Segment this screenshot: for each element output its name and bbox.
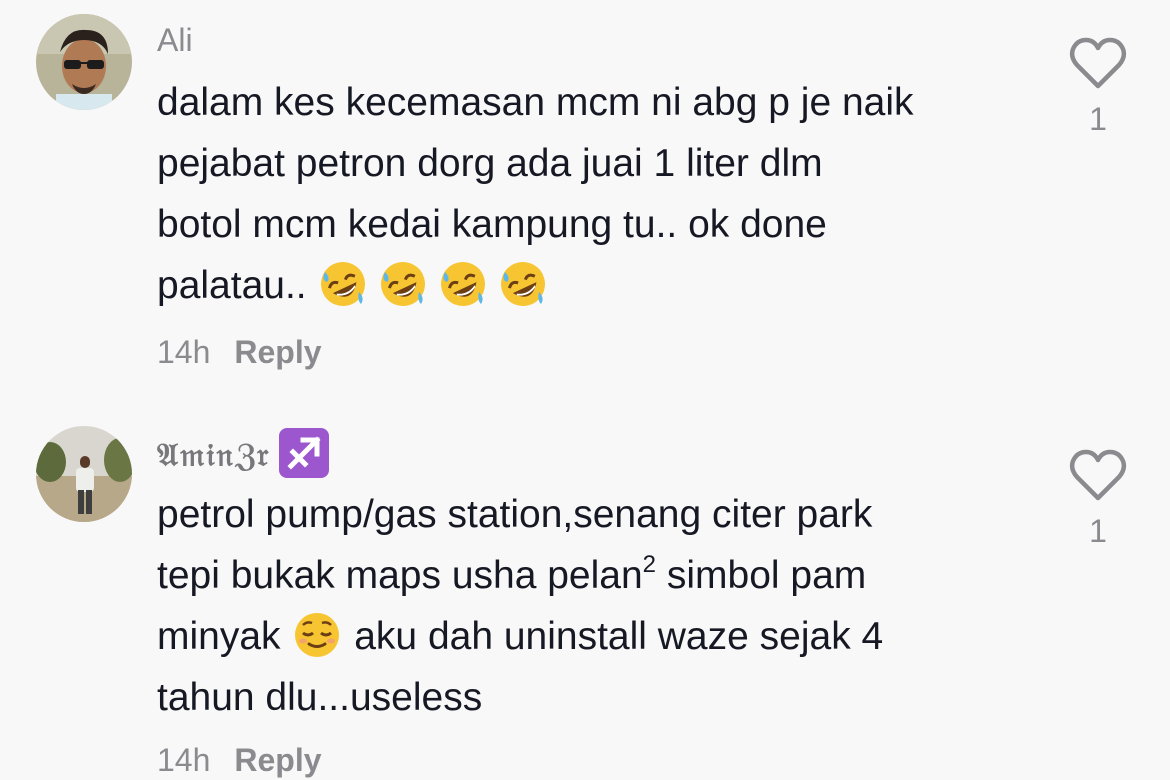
- comment-username[interactable]: Ali: [157, 18, 193, 62]
- avatar[interactable]: [36, 426, 132, 522]
- comment-text-line: pejabat petron dorg ada juai 1 liter dlm: [157, 142, 823, 185]
- comment-timestamp: 14h: [157, 742, 211, 778]
- like-count: 1: [1089, 101, 1107, 137]
- like-count: 1: [1089, 513, 1107, 549]
- rolling-on-floor-laughing-emoji-icon: [317, 258, 369, 310]
- comment-text-line: dalam kes kecemasan mcm ni abg p je naik: [157, 81, 914, 124]
- sagittarius-icon: [278, 428, 329, 478]
- comment-text-line: minyak aku dah uninstall waze sejak 4: [157, 606, 1037, 667]
- text-fragment: simbol pam: [656, 554, 867, 597]
- comment-username: 𝔄𝔪𝔦𝔫ℨ𝔯: [157, 428, 329, 482]
- comment-timestamp: 14h: [157, 334, 211, 370]
- text-fragment: minyak: [157, 615, 281, 658]
- rolling-on-floor-laughing-emoji-icon: [497, 258, 549, 310]
- heart-icon[interactable]: [1068, 448, 1128, 507]
- comment-text-line: tahun dlu...useless: [157, 676, 483, 719]
- relieved-face-emoji-icon: [291, 609, 343, 661]
- comment-text-line: petrol pump/gas station,senang citer par…: [157, 493, 873, 536]
- comment-meta: 14h Reply: [157, 334, 322, 371]
- reply-button[interactable]: Reply: [234, 334, 321, 370]
- comment-text-line: botol mcm kedai kampung tu.. ok done: [157, 203, 827, 246]
- comment-username-text[interactable]: 𝔄𝔪𝔦𝔫ℨ𝔯: [157, 436, 271, 474]
- comment-text-line-with-emoji: palatau..: [157, 255, 1037, 316]
- text-fragment: aku dah uninstall waze sejak 4: [343, 615, 884, 658]
- comment-meta: 14h Reply: [157, 742, 322, 779]
- rolling-on-floor-laughing-emoji-icon: [437, 258, 489, 310]
- comment-text-line: tepi bukak maps usha pelan2 simbol pam: [157, 545, 1037, 606]
- text-fragment: tepi bukak maps usha pelan: [157, 554, 643, 597]
- reply-button[interactable]: Reply: [234, 742, 321, 778]
- avatar[interactable]: [36, 14, 132, 110]
- like-control: 1: [1068, 36, 1128, 138]
- comment-feed: Ali dalam kes kecemasan mcm ni abg p je …: [0, 0, 1170, 780]
- rolling-on-floor-laughing-emoji-icon: [377, 258, 429, 310]
- superscript: 2: [642, 551, 657, 578]
- heart-icon[interactable]: [1068, 36, 1128, 95]
- comment-text: dalam kes kecemasan mcm ni abg p je naik…: [157, 72, 1037, 316]
- comment-text: petrol pump/gas station,senang citer par…: [157, 484, 1037, 728]
- like-control: 1: [1068, 448, 1128, 550]
- comment-text-line: palatau..: [157, 264, 307, 307]
